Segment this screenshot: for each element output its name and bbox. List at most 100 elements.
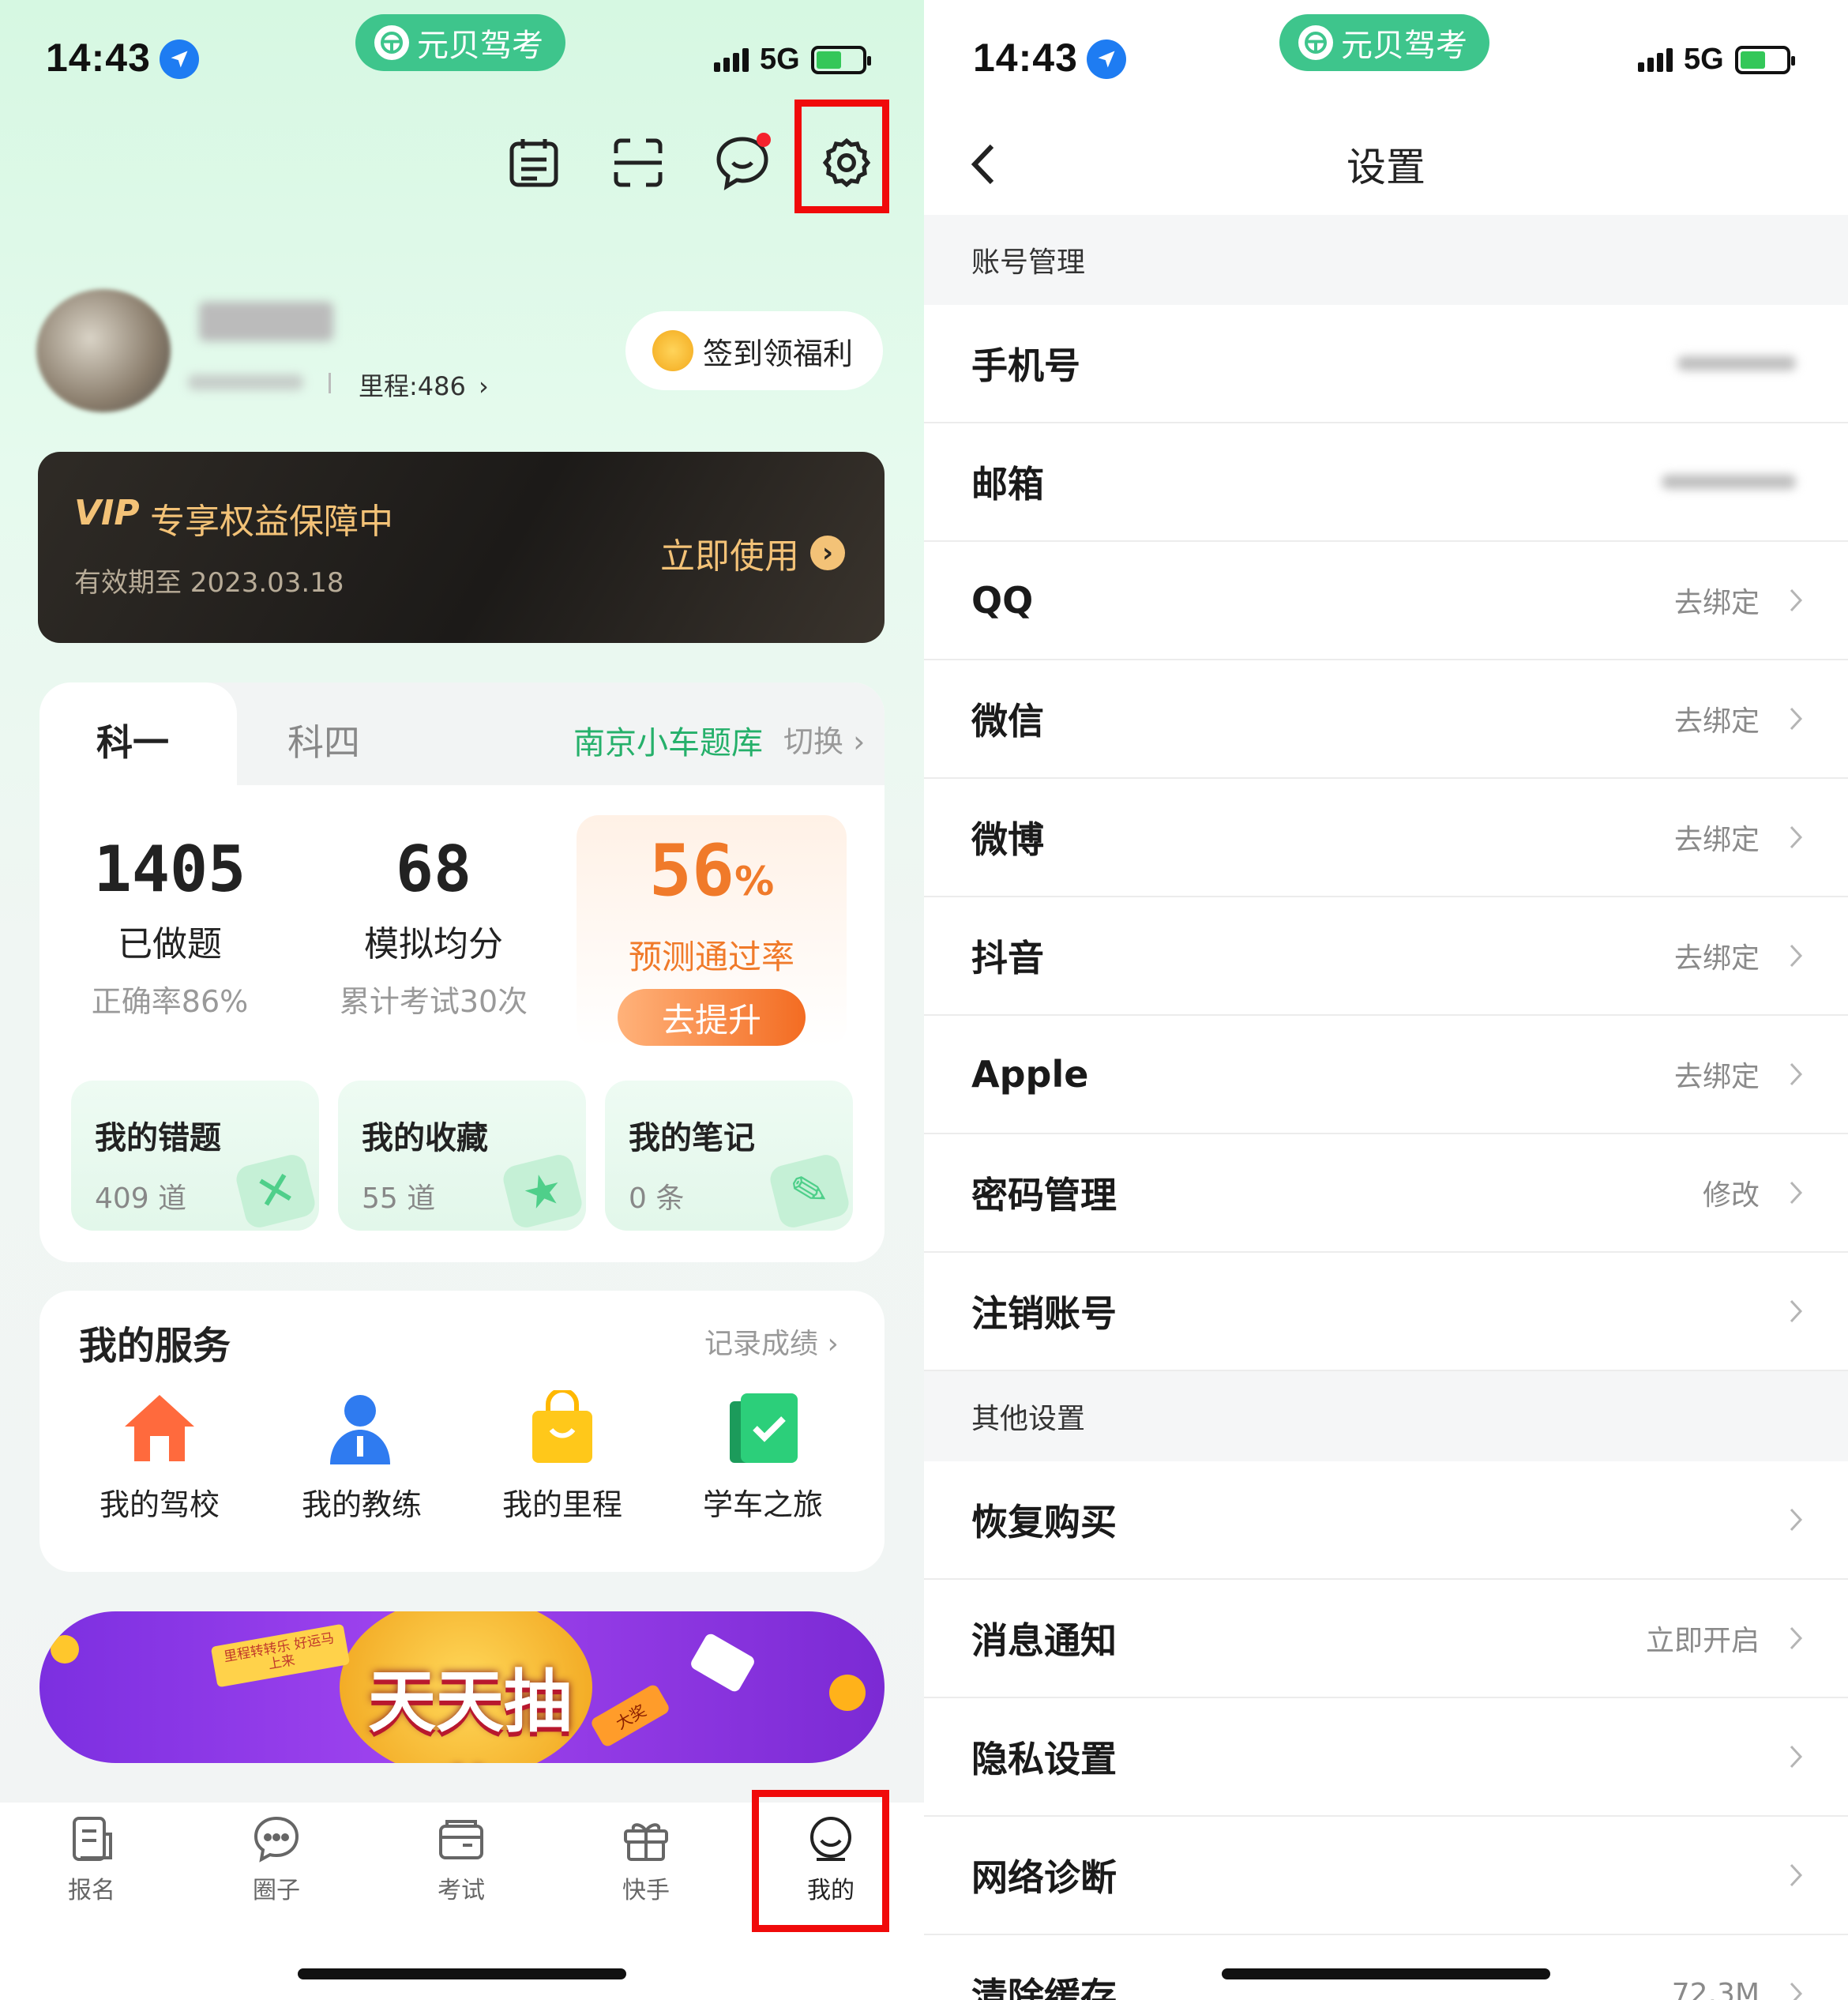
settings-row-rows_other-1[interactable]: 消息通知 立即开启 xyxy=(924,1580,1848,1698)
app-pill[interactable]: 元贝驾考 xyxy=(1279,14,1489,71)
banner-tag: 里程转转乐 好运马上来 xyxy=(210,1623,351,1688)
service-mileage[interactable]: 我的里程 xyxy=(475,1388,649,1524)
switch-label: 切换 xyxy=(783,724,844,759)
settings-row-rows_account-8[interactable]: 注销账号 xyxy=(924,1253,1848,1371)
chevron-right-icon xyxy=(1790,588,1803,612)
app-pill[interactable]: 元贝驾考 xyxy=(355,14,565,71)
settings-row-value: 去绑定 xyxy=(1673,824,1760,856)
user-id-blurred xyxy=(188,374,303,390)
scroll-icon xyxy=(689,1631,757,1694)
tab-subject-one-label: 科一 xyxy=(96,721,169,764)
settings-row-value: 立即开启 xyxy=(1645,1625,1760,1657)
coin-icon xyxy=(829,1675,866,1711)
steering-wheel-icon xyxy=(374,25,409,60)
mileage-label: 里程:486 xyxy=(359,371,466,401)
settings-row-rows_account-3[interactable]: 微信 去绑定 xyxy=(924,660,1848,779)
settings-row-rows_other-2[interactable]: 隐私设置 xyxy=(924,1698,1848,1817)
stat-done[interactable]: 1405 已做题 正确率86% xyxy=(39,833,300,1021)
service-driving-school[interactable]: 我的驾校 xyxy=(73,1390,246,1524)
record-score-link[interactable]: 记录成绩 › xyxy=(704,1321,839,1362)
settings-row-label: Apple xyxy=(971,1053,1089,1096)
tab-signup[interactable]: 报名 xyxy=(21,1814,163,1905)
stat-mock[interactable]: 68 模拟均分 累计考试30次 xyxy=(303,833,564,1021)
scan-icon[interactable] xyxy=(607,131,670,194)
settings-row-rows_account-5[interactable]: 抖音 去绑定 xyxy=(924,897,1848,1016)
vip-use-button[interactable]: 立即使用 › xyxy=(660,528,845,578)
divider xyxy=(329,373,331,393)
tab-circle-label: 圈子 xyxy=(253,1877,300,1904)
vip-title: 专享权益保障中 xyxy=(150,502,393,542)
settings-row-label: 注销账号 xyxy=(971,1292,1117,1335)
message-icon[interactable] xyxy=(711,131,774,194)
settings-row-label: 密码管理 xyxy=(971,1174,1117,1216)
tab-signup-label: 报名 xyxy=(68,1877,115,1904)
check-book-icon xyxy=(730,1393,798,1463)
pass-rate: 56% xyxy=(577,829,847,912)
coin-icon xyxy=(652,330,693,371)
pass-rate-unit: % xyxy=(734,859,775,904)
record-score-label: 记录成绩 xyxy=(704,1328,819,1360)
settings-row-rows_account-0[interactable]: 手机号 xyxy=(924,305,1848,423)
pass-rate-label: 预测通过率 xyxy=(628,938,794,976)
username-blurred xyxy=(199,302,333,341)
status-time: 14:43 xyxy=(46,36,151,80)
improve-button[interactable]: 去提升 xyxy=(618,989,806,1046)
favorites-card[interactable]: 我的收藏 55 道 ★ xyxy=(338,1081,586,1231)
tab-subject-one[interactable]: 科一 xyxy=(39,682,237,785)
service-coach[interactable]: 我的教练 xyxy=(275,1390,449,1524)
calendar-icon[interactable] xyxy=(502,131,565,194)
vip-card[interactable]: VIP 专享权益保障中 有效期至 2023.03.18 立即使用 › xyxy=(38,452,885,643)
tab-subject-four[interactable]: 科四 xyxy=(287,714,360,766)
chevron-right-icon xyxy=(1790,1982,1803,2000)
settings-row-rows_account-7[interactable]: 密码管理 修改 xyxy=(924,1134,1848,1253)
settings-row-label: 邮箱 xyxy=(971,463,1044,506)
chevron-right-icon xyxy=(1790,1062,1803,1086)
tab-circle[interactable]: 圈子 xyxy=(205,1814,347,1905)
wrong-questions-title: 我的错题 xyxy=(95,1120,221,1156)
pass-rate-card[interactable]: 56% 预测通过率 去提升 xyxy=(577,815,847,1047)
settings-row-label: 微信 xyxy=(971,700,1044,742)
service-journey[interactable]: 学车之旅 xyxy=(676,1390,850,1524)
chevron-right-icon: › xyxy=(818,1328,839,1360)
notes-title: 我的笔记 xyxy=(629,1120,755,1156)
wrong-questions-card[interactable]: 我的错题 409 道 ✕ xyxy=(71,1081,319,1231)
switch-bank-button[interactable]: 切换 › xyxy=(783,717,865,761)
location-icon xyxy=(160,39,199,79)
avatar[interactable] xyxy=(36,289,171,412)
home-indicator xyxy=(298,1968,626,1979)
chevron-right-icon xyxy=(1790,825,1803,849)
settings-row-rows_account-4[interactable]: 微博 去绑定 xyxy=(924,779,1848,897)
tab-quick[interactable]: 快手 xyxy=(575,1814,717,1905)
tab-exam[interactable]: 考试 xyxy=(390,1814,532,1905)
app-pill-label: 元贝驾考 xyxy=(417,28,543,64)
network-label: 5G xyxy=(760,43,800,76)
notes-card[interactable]: 我的笔记 0 条 ✎ xyxy=(605,1081,853,1231)
chevron-right-icon xyxy=(1790,1863,1803,1887)
cross-icon: ✕ xyxy=(233,1152,318,1231)
signal-icon xyxy=(1638,47,1673,72)
lottery-banner[interactable]: 天天抽奖 里程转转乐 好运马上来 大奖 xyxy=(39,1611,885,1763)
wallet-icon xyxy=(439,1820,483,1859)
mileage-link[interactable]: 里程:486 › xyxy=(359,367,489,403)
house-icon xyxy=(125,1395,194,1461)
profile-screen: 14:43 元贝驾考 5G 里程:486 › 签到领福利 VIP 专享权益保障中… xyxy=(0,0,924,2000)
pass-rate-value: 56 xyxy=(648,829,735,912)
settings-row-rows_account-2[interactable]: QQ 去绑定 xyxy=(924,542,1848,660)
settings-row-rows_other-0[interactable]: 恢复购买 xyxy=(924,1461,1848,1580)
battery-icon xyxy=(810,45,871,74)
chevron-right-icon xyxy=(1790,1508,1803,1532)
settings-row-rows_account-1[interactable]: 邮箱 xyxy=(924,423,1848,542)
settings-row-value: 72.3M xyxy=(1671,1977,1760,2000)
settings-row-rows_other-3[interactable]: 网络诊断 xyxy=(924,1817,1848,1935)
checkin-button[interactable]: 签到领福利 xyxy=(625,311,883,390)
service-coach-label: 我的教练 xyxy=(301,1487,422,1522)
settings-row-rows_other-4[interactable]: 清除缓存 72.3M xyxy=(924,1935,1848,2000)
settings-row-value: 去绑定 xyxy=(1673,1061,1760,1093)
mock-label: 模拟均分 xyxy=(364,924,503,964)
chat-bubble-icon xyxy=(254,1816,299,1863)
notification-dot xyxy=(757,133,771,147)
section-account: 账号管理 xyxy=(924,215,1848,305)
question-bank-name[interactable]: 南京小车题库 xyxy=(573,717,763,763)
settings-row-value: 修改 xyxy=(1702,1179,1760,1212)
settings-row-rows_account-6[interactable]: Apple 去绑定 xyxy=(924,1016,1848,1134)
